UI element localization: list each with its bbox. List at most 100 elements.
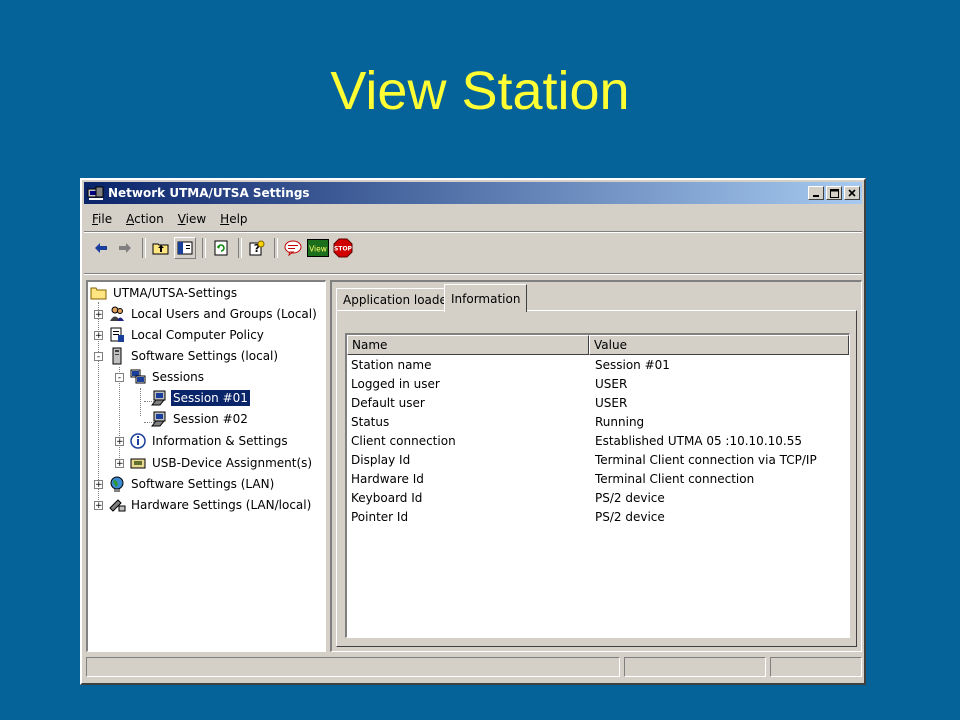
table-row[interactable]: Status Running <box>347 414 849 432</box>
up-level-button[interactable] <box>150 237 172 259</box>
row-name: Logged in user <box>351 377 440 391</box>
menu-file[interactable]: File <box>92 212 112 226</box>
tree-connector <box>140 388 141 416</box>
row-name: Keyboard Id <box>351 491 423 505</box>
toolbar-separator <box>238 238 242 258</box>
sessions-icon <box>130 369 146 384</box>
info-list[interactable]: Name Value Station name Session #01 Logg… <box>345 333 850 638</box>
expand-button[interactable]: + <box>94 501 103 511</box>
up-folder-icon <box>152 243 169 255</box>
stop-button-label: STOP <box>334 246 353 253</box>
show-hide-tree-button[interactable] <box>174 237 196 259</box>
row-name: Status <box>351 415 390 429</box>
tab-label: Information <box>451 291 521 306</box>
stop-button[interactable]: STOP <box>332 237 354 259</box>
computer-icon <box>112 347 122 365</box>
expand-button[interactable]: + <box>94 480 103 490</box>
tab-application-loaded[interactable]: Application loaded <box>336 288 462 310</box>
tree-item-local-users[interactable]: Local Users and Groups (Local) <box>108 304 319 324</box>
menu-view[interactable]: View <box>178 212 206 226</box>
policy-icon <box>110 327 124 342</box>
show-hide-tree-icon <box>177 241 193 255</box>
column-header-label: Name <box>352 338 388 352</box>
message-button[interactable] <box>282 237 304 259</box>
tree-pane[interactable]: UTMA/UTSA-Settings + Local Users and Gro… <box>86 280 326 652</box>
view-icon: View <box>307 239 329 257</box>
menu-action[interactable]: Action <box>126 212 164 226</box>
folder-icon <box>90 287 107 300</box>
row-value: PS/2 device <box>595 491 665 505</box>
tree-item-usb-assignment[interactable]: USB-Device Assignment(s) <box>129 453 314 473</box>
expand-button[interactable]: + <box>94 331 103 341</box>
status-panel-main <box>86 657 620 677</box>
tab-information[interactable]: Information <box>444 284 528 312</box>
tree-item-information-settings[interactable]: Information & Settings <box>129 431 290 451</box>
tree-item-software-local[interactable]: Software Settings (local) <box>108 346 280 366</box>
tree-item-label: Session #02 <box>173 412 248 426</box>
tree-item-software-lan[interactable]: Software Settings (LAN) <box>108 474 276 494</box>
expand-button[interactable]: + <box>94 310 103 320</box>
table-row[interactable]: Default user USER <box>347 395 849 413</box>
close-button[interactable] <box>844 186 860 200</box>
toolbar-separator <box>274 238 278 258</box>
table-row[interactable]: Station name Session #01 <box>347 357 849 375</box>
status-bar <box>84 656 862 678</box>
tree-item-local-policy[interactable]: Local Computer Policy <box>108 325 266 345</box>
expand-button[interactable]: + <box>115 437 124 447</box>
row-name: Client connection <box>351 434 456 448</box>
refresh-button[interactable] <box>210 237 232 259</box>
toolbar-bottom-separator <box>84 273 862 275</box>
table-row[interactable]: Client connection Established UTMA 05 :1… <box>347 433 849 451</box>
menu-help-mnemonic: H <box>220 212 230 226</box>
collapse-button[interactable]: - <box>94 352 103 362</box>
message-icon <box>284 240 302 256</box>
tree-item-label: USB-Device Assignment(s) <box>152 456 313 470</box>
tree-item-sessions[interactable]: Sessions <box>129 367 206 387</box>
forward-button[interactable] <box>114 237 136 259</box>
tree-root[interactable]: UTMA/UTSA-Settings <box>90 283 239 303</box>
help-button[interactable]: ? <box>246 237 268 259</box>
menu-help[interactable]: Help <box>220 212 247 226</box>
toolbar-separator <box>142 238 146 258</box>
network-settings-icon <box>87 185 105 201</box>
row-name: Default user <box>351 396 425 410</box>
tab-label: Application loaded <box>343 292 455 307</box>
table-row[interactable]: Keyboard Id PS/2 device <box>347 490 849 508</box>
info-icon <box>130 433 146 449</box>
menu-file-rest: ile <box>98 212 113 226</box>
menu-help-rest: elp <box>229 212 248 226</box>
restore-button[interactable] <box>826 186 842 200</box>
tree-item-label: Software Settings (LAN) <box>131 477 275 491</box>
toolbar: ? View STOP <box>84 234 862 262</box>
row-value: USER <box>595 377 628 391</box>
row-value: Terminal Client connection <box>595 472 755 486</box>
close-icon <box>848 189 856 197</box>
tree-item-label: Local Computer Policy <box>131 328 264 342</box>
column-header-name[interactable]: Name <box>347 335 589 355</box>
table-row[interactable]: Pointer Id PS/2 device <box>347 509 849 527</box>
forward-arrow-icon <box>119 243 131 253</box>
tree-item-session-02[interactable]: Session #02 <box>150 409 250 429</box>
tree-item-label: Local Users and Groups (Local) <box>131 307 317 321</box>
terminal-icon <box>150 411 166 427</box>
stop-icon: STOP <box>333 238 353 258</box>
back-button[interactable] <box>90 237 112 259</box>
column-header-value[interactable]: Value <box>589 335 849 355</box>
title-bar[interactable]: Network UTMA/UTSA Settings <box>84 182 862 204</box>
row-value: Session #01 <box>595 358 670 372</box>
row-value: Established UTMA 05 :10.10.10.55 <box>595 434 802 448</box>
tree-item-session-01[interactable]: Session #01 <box>150 388 251 408</box>
globe-icon <box>110 476 124 492</box>
minimize-button[interactable] <box>808 186 824 200</box>
tree-item-hardware-settings[interactable]: Hardware Settings (LAN/local) <box>108 495 313 515</box>
table-row[interactable]: Display Id Terminal Client connection vi… <box>347 452 849 470</box>
table-row[interactable]: Hardware Id Terminal Client connection <box>347 471 849 489</box>
view-button[interactable]: View <box>306 237 330 259</box>
settings-window: Network UTMA/UTSA Settings File Action V… <box>80 178 866 685</box>
row-value: USER <box>595 396 628 410</box>
collapse-button[interactable]: - <box>115 373 124 383</box>
status-panel-2 <box>624 657 766 677</box>
expand-button[interactable]: + <box>115 459 124 469</box>
table-row[interactable]: Logged in user USER <box>347 376 849 394</box>
menu-separator <box>84 231 862 233</box>
